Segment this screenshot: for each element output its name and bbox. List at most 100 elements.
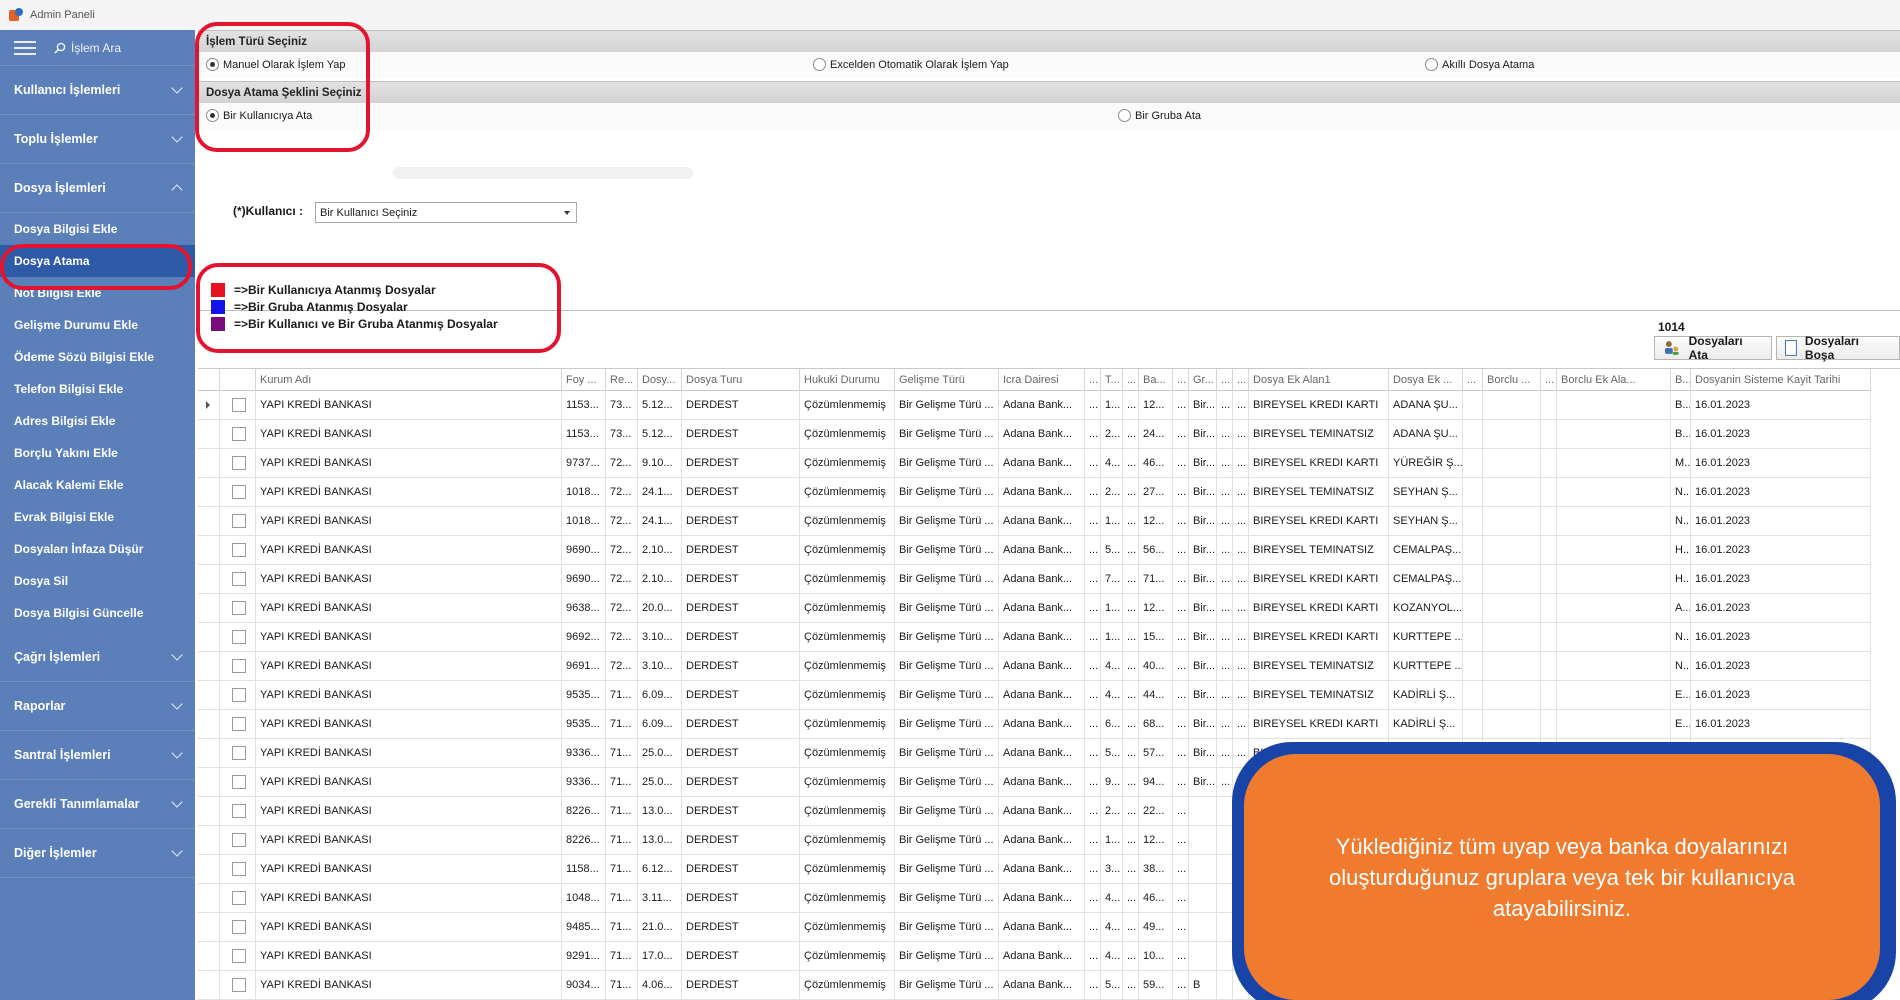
table-row[interactable]: YAPI KREDİ BANKASI 9690... 72... 2.10... DER…: [198, 536, 1871, 565]
table-row[interactable]: YAPI KREDİ BANKASI 1153... 73... 5.12... DER…: [198, 391, 1871, 420]
column-header[interactable]: Icra Dairesi: [999, 369, 1085, 391]
column-header[interactable]: Borclu Ek Ala...: [1557, 369, 1671, 391]
sidebar-group[interactable]: Santral İşlemleri: [0, 731, 195, 780]
row-indicator: [198, 623, 220, 651]
column-header[interactable]: Dosya Ek ...: [1389, 369, 1463, 391]
row-checkbox[interactable]: [232, 456, 246, 470]
sidebar-group[interactable]: Gerekli Tanımlamalar: [0, 780, 195, 829]
column-header[interactable]: ...: [1541, 369, 1557, 391]
row-checkbox[interactable]: [232, 949, 246, 963]
row-checkbox[interactable]: [232, 630, 246, 644]
row-checkbox[interactable]: [232, 659, 246, 673]
column-header[interactable]: Ba...: [1139, 369, 1173, 391]
row-pointer-icon: [206, 401, 210, 409]
column-header[interactable]: ...: [1085, 369, 1101, 391]
sidebar-group[interactable]: Kullanıcı İşlemleri: [0, 66, 195, 115]
table-row[interactable]: YAPI KREDİ BANKASI 9691... 72... 3.10... DER…: [198, 652, 1871, 681]
table-row[interactable]: YAPI KREDİ BANKASI 9690... 72... 2.10... DER…: [198, 565, 1871, 594]
unassign-files-button[interactable]: Dosyaları Boşa: [1776, 334, 1900, 362]
row-checkbox[interactable]: [232, 572, 246, 586]
row-checkbox[interactable]: [232, 717, 246, 731]
sidebar-item[interactable]: Telefon Bilgisi Ekle: [0, 373, 195, 405]
column-header[interactable]: Dosya Ek Alan1: [1249, 369, 1389, 391]
table-row[interactable]: YAPI KREDİ BANKASI 9692... 72... 3.10... DER…: [198, 623, 1871, 652]
table-cell: 71...: [606, 797, 638, 825]
sidebar-item[interactable]: Adres Bilgisi Ekle: [0, 405, 195, 437]
row-checkbox[interactable]: [232, 688, 246, 702]
assign-files-button[interactable]: Dosyaları Ata: [1654, 334, 1772, 362]
row-checkbox[interactable]: [232, 862, 246, 876]
table-row[interactable]: YAPI KREDİ BANKASI 9638... 72... 20.0... DER…: [198, 594, 1871, 623]
row-checkbox[interactable]: [232, 775, 246, 789]
radio-excel[interactable]: Excelden Otomatik Olarak İşlem Yap: [813, 58, 1009, 71]
row-checkbox[interactable]: [232, 601, 246, 615]
column-header[interactable]: Gr...: [1189, 369, 1217, 391]
table-cell: ...: [1123, 855, 1139, 883]
table-row[interactable]: YAPI KREDİ BANKASI 1018... 72... 24.1... DER…: [198, 478, 1871, 507]
column-header[interactable]: Borclu ...: [1483, 369, 1541, 391]
window-title: Admin Paneli: [30, 9, 95, 21]
column-header[interactable]: ...: [1463, 369, 1483, 391]
radio-akilli[interactable]: Akıllı Dosya Atama: [1425, 58, 1534, 71]
column-header[interactable]: ...: [1123, 369, 1139, 391]
column-header[interactable]: Dosy...: [638, 369, 682, 391]
column-header[interactable]: Gelişme Türü: [895, 369, 999, 391]
column-header[interactable]: ...: [1173, 369, 1189, 391]
table-cell: ...: [1173, 913, 1189, 941]
sidebar-group[interactable]: Dosya İşlemleri: [0, 164, 195, 213]
sidebar-item[interactable]: Dosyaları İnfaza Düşür: [0, 533, 195, 565]
table-cell: YAPI KREDİ BANKASI: [256, 768, 562, 796]
row-checkbox[interactable]: [232, 543, 246, 557]
user-select-dropdown[interactable]: Bir Kullanıcı Seçiniz: [315, 202, 577, 223]
column-header[interactable]: ...: [1217, 369, 1233, 391]
table-cell: ...: [1173, 739, 1189, 767]
table-cell: [1541, 478, 1557, 506]
sidebar-item[interactable]: Alacak Kalemi Ekle: [0, 469, 195, 501]
column-header[interactable]: Dosyanin Sisteme Kayit Tarihi: [1691, 369, 1871, 391]
table-cell: 5.12...: [638, 391, 682, 419]
sidebar-item[interactable]: Dosya Sil: [0, 565, 195, 597]
row-checkbox[interactable]: [232, 891, 246, 905]
radio-bir-kullaniciya-ata[interactable]: Bir Kullanıcıya Ata: [206, 109, 312, 122]
sidebar-item[interactable]: Evrak Bilgisi Ekle: [0, 501, 195, 533]
sidebar-item[interactable]: Gelişme Durumu Ekle: [0, 309, 195, 341]
row-checkbox[interactable]: [232, 920, 246, 934]
table-row[interactable]: YAPI KREDİ BANKASI 9535... 71... 6.09... DER…: [198, 710, 1871, 739]
row-checkbox[interactable]: [232, 746, 246, 760]
table-row[interactable]: YAPI KREDİ BANKASI 1018... 72... 24.1... DER…: [198, 507, 1871, 536]
column-header[interactable]: Kurum Adı: [256, 369, 562, 391]
column-header[interactable]: [220, 369, 256, 391]
row-checkbox[interactable]: [232, 833, 246, 847]
column-header[interactable]: B...: [1671, 369, 1691, 391]
table-row[interactable]: YAPI KREDİ BANKASI 9535... 71... 6.09... DER…: [198, 681, 1871, 710]
sidebar-item[interactable]: Dosya Bilgisi Güncelle: [0, 597, 195, 629]
column-header[interactable]: ...: [1233, 369, 1249, 391]
sidebar-item[interactable]: Not Bilgisi Ekle: [0, 277, 195, 309]
column-header[interactable]: Foy ...: [562, 369, 606, 391]
sidebar-item[interactable]: Dosya Bilgisi Ekle: [0, 213, 195, 245]
sidebar-item[interactable]: Borçlu Yakını Ekle: [0, 437, 195, 469]
column-header[interactable]: Dosya Turu: [682, 369, 800, 391]
column-header[interactable]: [198, 369, 220, 391]
row-checkbox[interactable]: [232, 485, 246, 499]
radio-bir-gruba-ata[interactable]: Bir Gruba Ata: [1118, 109, 1201, 122]
table-row[interactable]: YAPI KREDİ BANKASI 1153... 73... 5.12... DER…: [198, 420, 1871, 449]
column-header[interactable]: Hukuki Durumu: [800, 369, 895, 391]
row-checkbox[interactable]: [232, 398, 246, 412]
sidebar-item[interactable]: Ödeme Sözü Bilgisi Ekle: [0, 341, 195, 373]
row-checkbox[interactable]: [232, 978, 246, 992]
sidebar-search[interactable]: İşlem Ara: [54, 41, 121, 55]
hamburger-menu-icon[interactable]: [14, 40, 36, 55]
column-header[interactable]: T...: [1101, 369, 1123, 391]
sidebar-group[interactable]: Raporlar: [0, 682, 195, 731]
table-row[interactable]: YAPI KREDİ BANKASI 9737... 72... 9.10... DER…: [198, 449, 1871, 478]
sidebar-group[interactable]: Çağrı İşlemleri: [0, 633, 195, 682]
sidebar-item[interactable]: Dosya Atama: [0, 245, 195, 277]
row-checkbox[interactable]: [232, 514, 246, 528]
sidebar-group[interactable]: Diğer İşlemler: [0, 829, 195, 878]
radio-manuel[interactable]: Manuel Olarak İşlem Yap: [206, 58, 345, 71]
row-checkbox[interactable]: [232, 804, 246, 818]
column-header[interactable]: Re...: [606, 369, 638, 391]
sidebar-group[interactable]: Toplu İşlemler: [0, 115, 195, 164]
row-checkbox[interactable]: [232, 427, 246, 441]
